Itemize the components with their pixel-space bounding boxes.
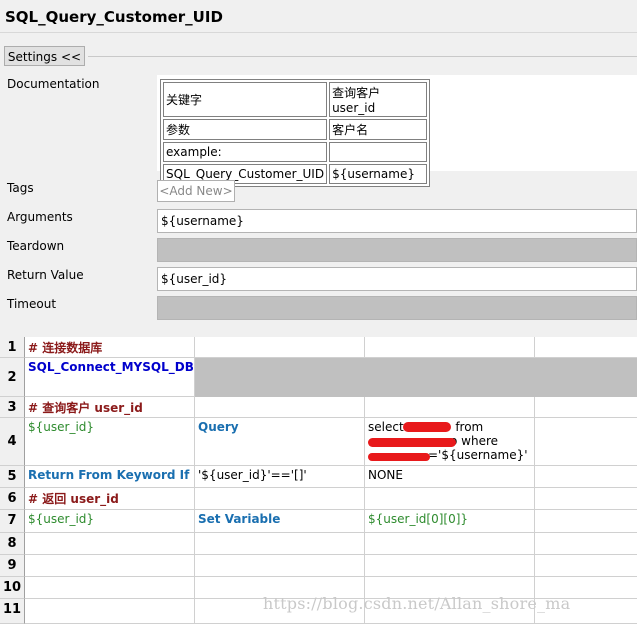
grid-cell[interactable]: # 连接数据库 bbox=[25, 337, 195, 358]
disabled-cells bbox=[195, 358, 637, 397]
grid-cell[interactable] bbox=[195, 533, 365, 555]
return-value-field[interactable]: ${user_id} bbox=[157, 267, 637, 291]
row-number[interactable]: 4 bbox=[0, 418, 25, 466]
grid-cell[interactable]: NONE bbox=[365, 466, 535, 488]
grid-cell[interactable] bbox=[25, 533, 195, 555]
doc-cell bbox=[329, 142, 428, 162]
grid-row: 3 # 查询客户 user_id bbox=[0, 397, 637, 418]
doc-cell: 查询客户 user_id bbox=[329, 82, 428, 117]
grid-cell[interactable]: ${user_id[0][0]} bbox=[365, 510, 535, 533]
grid-row: 9 bbox=[0, 555, 637, 577]
grid-cell[interactable]: Return From Keyword If bbox=[25, 466, 195, 488]
grid-cell[interactable]: # 查询客户 user_id bbox=[25, 397, 195, 418]
documentation-table: 关键字 查询客户 user_id 参数 客户名 example: SQL_Que… bbox=[160, 79, 431, 187]
row-number[interactable]: 2 bbox=[0, 358, 25, 397]
doc-row: example: bbox=[163, 142, 428, 162]
teardown-field[interactable] bbox=[157, 238, 637, 262]
grid-cell[interactable] bbox=[195, 397, 365, 418]
grid-cell[interactable] bbox=[535, 418, 637, 466]
teardown-label: Teardown bbox=[7, 239, 65, 253]
sql-condition-text: ='${username}' bbox=[428, 448, 528, 462]
return-value-label: Return Value bbox=[7, 268, 84, 282]
doc-cell: example: bbox=[163, 142, 328, 162]
grid-cell[interactable] bbox=[535, 510, 637, 533]
grid-cell[interactable] bbox=[535, 337, 637, 358]
doc-row: 关键字 查询客户 user_id bbox=[163, 82, 428, 117]
grid-row: 1 # 连接数据库 bbox=[0, 337, 637, 358]
grid-cell[interactable] bbox=[365, 397, 535, 418]
grid-cell[interactable] bbox=[535, 555, 637, 577]
doc-cell: 参数 bbox=[163, 119, 328, 140]
grid-cell[interactable] bbox=[365, 555, 535, 577]
grid-row: 7 ${user_id} Set Variable ${user_id[0][0… bbox=[0, 510, 637, 533]
keyword-steps-grid: 1 # 连接数据库 2 SQL_Connect_MYSQL_DB 3 # 查询客… bbox=[0, 337, 637, 624]
keyword-title: SQL_Query_Customer_UID bbox=[5, 8, 223, 26]
redaction-mark bbox=[403, 422, 451, 432]
grid-cell[interactable] bbox=[195, 555, 365, 577]
grid-cell[interactable] bbox=[365, 337, 535, 358]
watermark: https://blog.csdn.net/Allan_shore_ma bbox=[263, 594, 571, 613]
doc-cell: 客户名 bbox=[329, 119, 428, 140]
redaction-mark bbox=[368, 438, 456, 447]
settings-toggle-button[interactable]: Settings << bbox=[4, 46, 85, 66]
timeout-field[interactable] bbox=[157, 296, 637, 320]
arguments-label: Arguments bbox=[7, 210, 73, 224]
grid-row: 4 ${user_id} Query select from o where =… bbox=[0, 418, 637, 466]
doc-cell: ${username} bbox=[329, 164, 428, 184]
grid-cell[interactable] bbox=[25, 555, 195, 577]
grid-cell[interactable]: select from o where ='${username}' bbox=[365, 418, 535, 466]
row-number[interactable]: 10 bbox=[0, 577, 25, 599]
grid-cell[interactable] bbox=[195, 337, 365, 358]
grid-cell[interactable]: # 返回 user_id bbox=[25, 488, 195, 510]
grid-cell[interactable] bbox=[535, 466, 637, 488]
documentation-label: Documentation bbox=[7, 77, 100, 91]
grid-cell[interactable]: '${user_id}'=='[]' bbox=[195, 466, 365, 488]
tags-label: Tags bbox=[7, 181, 34, 195]
timeout-label: Timeout bbox=[7, 297, 57, 311]
grid-cell[interactable]: Set Variable bbox=[195, 510, 365, 533]
row-number[interactable]: 1 bbox=[0, 337, 25, 358]
sql-from-text: from bbox=[455, 420, 484, 434]
grid-row: 2 SQL_Connect_MYSQL_DB bbox=[0, 358, 637, 397]
redaction-mark bbox=[368, 453, 430, 461]
doc-cell: 关键字 bbox=[163, 82, 328, 117]
grid-cell[interactable] bbox=[535, 488, 637, 510]
grid-cell[interactable] bbox=[535, 397, 637, 418]
sql-where-text: o where bbox=[450, 434, 499, 448]
grid-row: 6 # 返回 user_id bbox=[0, 488, 637, 510]
grid-row: 5 Return From Keyword If '${user_id}'=='… bbox=[0, 466, 637, 488]
title-divider bbox=[0, 32, 637, 33]
grid-cell[interactable]: SQL_Connect_MYSQL_DB bbox=[25, 358, 195, 397]
grid-cell[interactable]: Query bbox=[195, 418, 365, 466]
grid-cell[interactable] bbox=[195, 488, 365, 510]
settings-divider bbox=[88, 56, 637, 57]
grid-cell[interactable] bbox=[25, 577, 195, 599]
grid-cell[interactable] bbox=[535, 533, 637, 555]
grid-cell[interactable] bbox=[365, 488, 535, 510]
grid-cell[interactable]: ${user_id} bbox=[25, 510, 195, 533]
grid-row: 8 bbox=[0, 533, 637, 555]
row-number[interactable]: 8 bbox=[0, 533, 25, 555]
add-tag-button[interactable]: <Add New> bbox=[157, 180, 235, 202]
row-number[interactable]: 7 bbox=[0, 510, 25, 533]
grid-cell[interactable]: ${user_id} bbox=[25, 418, 195, 466]
row-number[interactable]: 9 bbox=[0, 555, 25, 577]
row-number[interactable]: 3 bbox=[0, 397, 25, 418]
arguments-field[interactable]: ${username} bbox=[157, 209, 637, 233]
grid-cell[interactable] bbox=[365, 533, 535, 555]
row-number[interactable]: 11 bbox=[0, 599, 25, 624]
row-number[interactable]: 6 bbox=[0, 488, 25, 510]
doc-row: 参数 客户名 bbox=[163, 119, 428, 140]
grid-cell[interactable] bbox=[25, 599, 195, 624]
row-number[interactable]: 5 bbox=[0, 466, 25, 488]
sql-select-text: select bbox=[368, 420, 404, 434]
